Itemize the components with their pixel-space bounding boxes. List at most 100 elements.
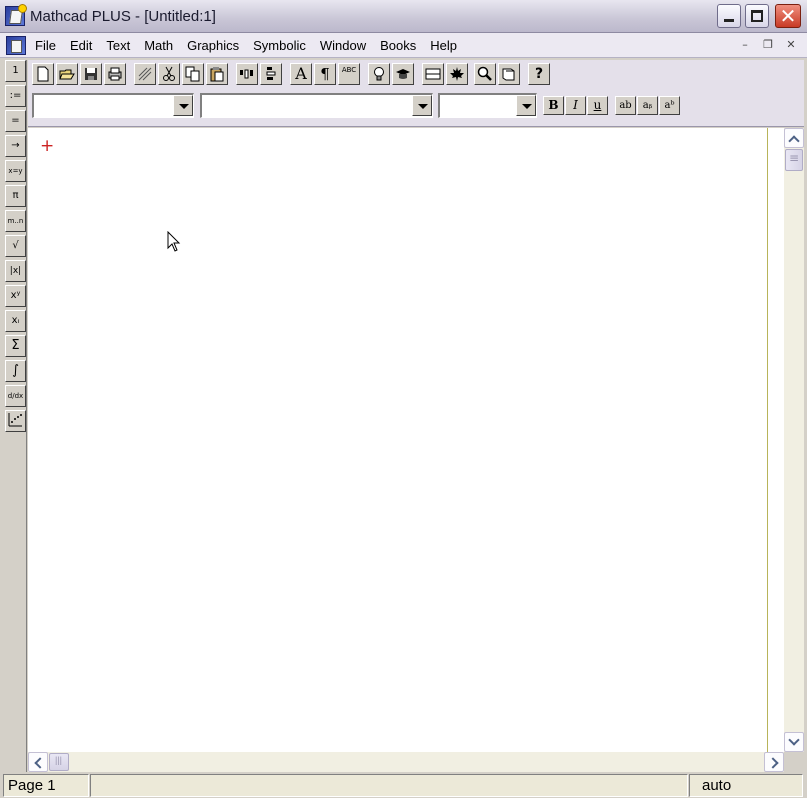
horizontal-scroll-thumb[interactable]: [49, 753, 69, 771]
title-bar[interactable]: Mathcad PLUS - [Untitled:1] ✕: [0, 0, 807, 33]
size-combo-chevron-down-icon[interactable]: [516, 95, 536, 116]
minimize-icon: [724, 19, 734, 22]
doc-close-button[interactable]: ✕: [783, 38, 799, 52]
menu-symbolic[interactable]: Symbolic: [246, 33, 313, 58]
superscript-button[interactable]: aᵇ: [659, 96, 680, 115]
palette-subscript-button[interactable]: xᵢ: [5, 310, 26, 332]
tip-button[interactable]: [368, 63, 390, 85]
graph-icon: [8, 413, 22, 427]
status-page: Page 1: [3, 774, 89, 797]
magnifier-icon: [477, 66, 492, 81]
scroll-left-button[interactable]: [28, 752, 48, 772]
spell-check-button[interactable]: ABC: [338, 63, 360, 85]
doc-minimize-button[interactable]: –: [737, 38, 753, 52]
math-region-button[interactable]: [422, 63, 444, 85]
status-message: [90, 774, 688, 797]
horizontal-scrollbar[interactable]: [28, 752, 784, 772]
palette-range-button[interactable]: m..n: [5, 210, 26, 232]
style-combo-chevron-down-icon[interactable]: [173, 95, 193, 116]
palette-define-button[interactable]: :=: [5, 85, 26, 107]
scroll-up-button[interactable]: [784, 128, 804, 148]
document-icon[interactable]: [6, 36, 26, 55]
maple-button[interactable]: [446, 63, 468, 85]
graduation-cap-icon: [396, 69, 410, 79]
new-button[interactable]: [32, 63, 54, 85]
app-icon[interactable]: [5, 4, 27, 26]
subscript-button[interactable]: aᵦ: [637, 96, 658, 115]
palette-equals-button[interactable]: =: [5, 110, 26, 132]
scroll-right-button[interactable]: [764, 752, 784, 772]
font-combo[interactable]: [200, 93, 433, 118]
book-icon: [502, 68, 515, 81]
save-disk-icon: [85, 68, 97, 80]
cut-button[interactable]: [158, 63, 180, 85]
clipboard-icon: [210, 67, 224, 82]
palette-boolean-button[interactable]: x=y: [5, 160, 26, 182]
font-combo-chevron-down-icon[interactable]: [412, 95, 432, 116]
menu-file[interactable]: File: [28, 33, 63, 58]
close-button[interactable]: ✕: [775, 4, 801, 28]
menu-math[interactable]: Math: [137, 33, 180, 58]
zoom-button[interactable]: [474, 63, 496, 85]
insert-text-button[interactable]: A: [290, 63, 312, 85]
cut-region-icon: [138, 67, 152, 81]
italic-button[interactable]: I: [565, 96, 586, 115]
palette-toggle-button[interactable]: 1: [5, 60, 26, 82]
bold-button[interactable]: B: [543, 96, 564, 115]
resources-button[interactable]: [498, 63, 520, 85]
vertical-scrollbar[interactable]: [784, 128, 804, 752]
align-across-button[interactable]: [236, 63, 258, 85]
scissors-icon: [163, 66, 175, 81]
palette-sum-button[interactable]: Σ: [5, 335, 26, 357]
insertion-crosshair: +: [40, 136, 55, 156]
palette-power-button[interactable]: xʸ: [5, 285, 26, 307]
save-button[interactable]: [80, 63, 102, 85]
copy-button[interactable]: [182, 63, 204, 85]
vertical-scroll-thumb[interactable]: [785, 149, 803, 171]
tutorial-button[interactable]: [392, 63, 414, 85]
close-icon: ✕: [779, 4, 797, 28]
menu-bar: File Edit Text Math Graphics Symbolic Wi…: [0, 33, 807, 58]
palette-abs-button[interactable]: |x|: [5, 260, 26, 282]
help-button[interactable]: ?: [528, 63, 550, 85]
palette-sqrt-button[interactable]: √: [5, 235, 26, 257]
maximize-button[interactable]: [745, 4, 769, 28]
open-button[interactable]: [56, 63, 78, 85]
copy-icon: [185, 66, 200, 82]
printer-icon: [108, 67, 122, 81]
open-folder-icon: [59, 69, 75, 80]
menu-help[interactable]: Help: [423, 33, 464, 58]
menu-graphics[interactable]: Graphics: [180, 33, 246, 58]
menu-window[interactable]: Window: [313, 33, 373, 58]
paragraph-button[interactable]: ¶: [314, 63, 336, 85]
cut-region-button[interactable]: [134, 63, 156, 85]
mathcad-window: Mathcad PLUS - [Untitled:1] ✕ File Edit …: [0, 0, 807, 798]
palette-greek-button[interactable]: π: [5, 185, 26, 207]
menu-items: File Edit Text Math Graphics Symbolic Wi…: [28, 33, 464, 58]
scroll-corner: [784, 752, 804, 772]
print-button[interactable]: [104, 63, 126, 85]
normal-text-button[interactable]: ab: [615, 96, 636, 115]
minimize-button[interactable]: [717, 4, 741, 28]
underline-button[interactable]: u: [587, 96, 608, 115]
align-down-icon: [266, 67, 276, 80]
palette-integral-button[interactable]: ∫: [5, 360, 26, 382]
palette-graph-button[interactable]: [5, 410, 26, 432]
toolbar-area: A ¶ ABC ? B I u ab aᵦ aᵇ: [28, 60, 804, 127]
paste-button[interactable]: [206, 63, 228, 85]
math-palette: 1 := = → x=y π m..n √ |x| xʸ xᵢ Σ ∫ d/dx: [3, 60, 27, 772]
palette-derivative-button[interactable]: d/dx: [5, 385, 26, 407]
align-down-button[interactable]: [260, 63, 282, 85]
worksheet[interactable]: +: [28, 128, 784, 752]
status-calc-mode: auto: [689, 774, 803, 797]
scroll-down-button[interactable]: [784, 732, 804, 752]
size-combo[interactable]: [438, 93, 537, 118]
palette-arrow-button[interactable]: →: [5, 135, 26, 157]
menu-edit[interactable]: Edit: [63, 33, 99, 58]
doc-restore-button[interactable]: ❐: [760, 38, 776, 52]
new-document-icon: [37, 66, 49, 82]
menu-books[interactable]: Books: [373, 33, 423, 58]
menu-text[interactable]: Text: [99, 33, 137, 58]
style-combo[interactable]: [32, 93, 194, 118]
mouse-pointer-icon: [167, 231, 181, 252]
